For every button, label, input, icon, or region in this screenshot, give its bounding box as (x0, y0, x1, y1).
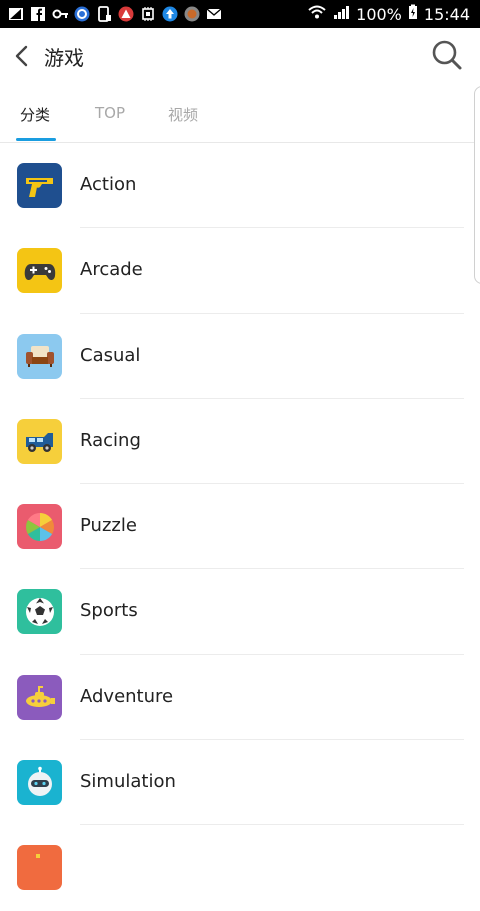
jeep-icon (17, 418, 62, 464)
notification-icons (8, 5, 222, 23)
robot-icon (17, 760, 62, 806)
sofa-icon (17, 333, 62, 379)
device-icon (96, 6, 112, 22)
page-title: 游戏 (44, 46, 84, 70)
active-tab-indicator (16, 138, 56, 141)
wifi-icon (308, 4, 326, 24)
upload-app-icon (162, 6, 178, 22)
battery-icon (408, 4, 418, 24)
chevron-left-icon (15, 45, 28, 67)
pistol-icon (17, 163, 62, 208)
clock: 15:44 (423, 4, 470, 24)
partial-icon (17, 845, 62, 891)
category-item-simulation[interactable]: Simulation (0, 740, 480, 826)
category-item-partial[interactable] (0, 825, 480, 910)
back-button[interactable] (8, 40, 38, 72)
status-right: 100% 15:44 (308, 3, 470, 25)
category-label: Adventure (80, 685, 174, 707)
app-bar: 游戏 (0, 28, 480, 84)
category-item-adventure[interactable]: Adventure (0, 655, 480, 741)
key-icon (52, 6, 68, 22)
category-label: Casual (80, 344, 141, 366)
category-item-action[interactable]: Action (0, 143, 480, 229)
category-label: Puzzle (80, 515, 137, 537)
submarine-icon (17, 674, 62, 720)
category-item-racing[interactable]: Racing (0, 399, 480, 485)
category-item-sports[interactable]: Sports (0, 569, 480, 655)
category-label: Racing (80, 429, 141, 451)
screenshot-icon (8, 6, 24, 22)
category-label: Sports (80, 600, 138, 622)
category-item-puzzle[interactable]: Puzzle (0, 484, 480, 570)
tab-categories[interactable]: 分类 (20, 104, 50, 125)
category-item-casual[interactable]: Casual (0, 314, 480, 399)
game-app-icon (184, 6, 200, 22)
category-label: Arcade (80, 259, 143, 281)
battery-percent: 100% (356, 4, 402, 24)
puzzle-wheel-icon (17, 504, 62, 550)
chip-icon (140, 6, 156, 22)
tab-video[interactable]: 视频 (168, 104, 198, 125)
tab-top[interactable]: TOP (95, 104, 125, 122)
search-icon (432, 40, 462, 70)
blue-app-icon (74, 6, 90, 22)
soccer-ball-icon (17, 589, 62, 635)
category-list: Action Arcade Casual Racing Puzzle Sport… (0, 143, 480, 911)
tab-bar: 分类 TOP 视频 (0, 84, 480, 143)
search-button[interactable] (430, 38, 464, 72)
gamepad-icon (17, 248, 62, 294)
status-bar: 100% 15:44 (0, 0, 480, 28)
signal-icon (332, 4, 350, 24)
category-label: Simulation (80, 771, 176, 793)
alert-app-icon (118, 6, 134, 22)
facebook-icon (30, 6, 46, 22)
category-item-arcade[interactable]: Arcade (0, 228, 480, 314)
category-label: Action (80, 174, 137, 195)
mail-icon (206, 6, 222, 22)
